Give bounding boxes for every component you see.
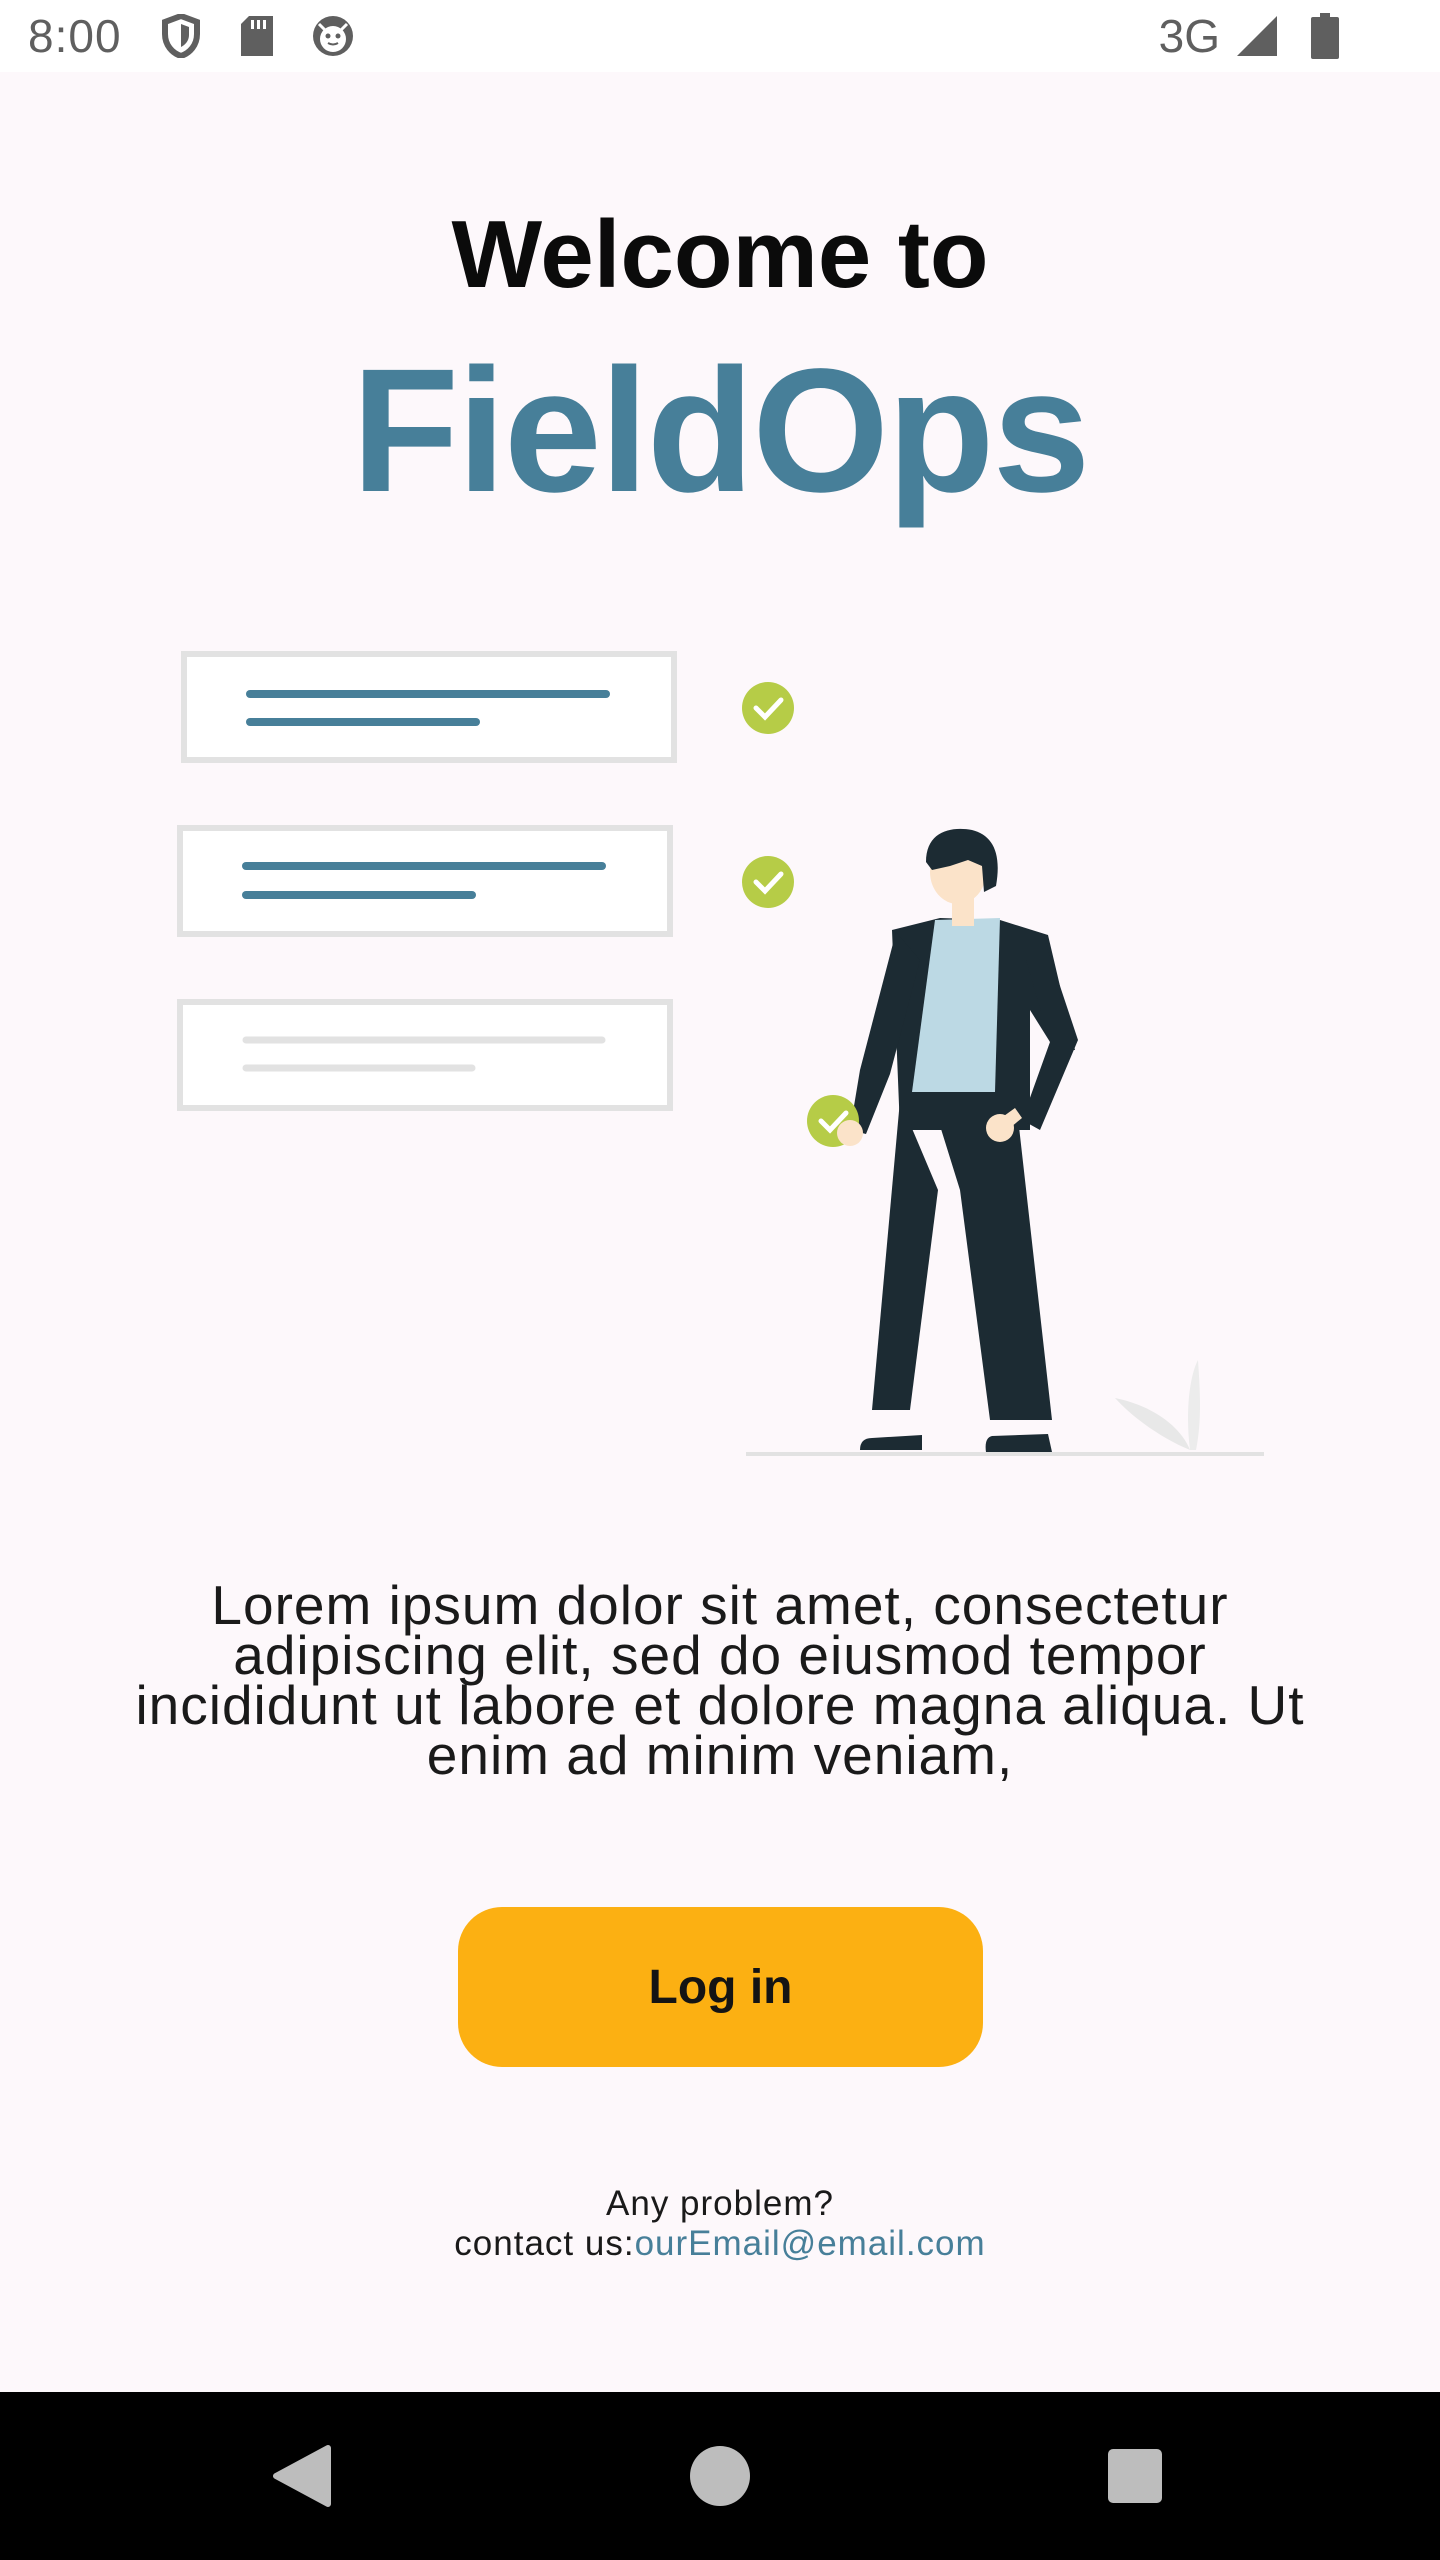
check-circle-icon: [742, 682, 794, 734]
notification-face-icon: [310, 13, 356, 59]
problem-text: Any problem?: [606, 2184, 834, 2223]
recents-icon[interactable]: [1108, 2449, 1162, 2503]
contact-prefix: contact us:: [454, 2224, 635, 2263]
login-button[interactable]: Log in: [458, 1907, 983, 2067]
battery-icon: [1302, 13, 1348, 59]
check-circle-icon: [742, 856, 794, 908]
status-time: 8:00: [28, 10, 122, 62]
shield-icon: [158, 13, 204, 59]
welcome-heading: Welcome to: [451, 201, 989, 308]
intro-paragraph: Lorem ipsum dolor sit amet, consectetur …: [135, 1574, 1305, 1786]
checklist-card-icon: [181, 651, 677, 763]
checklist-card-icon: [177, 999, 673, 1111]
contact-line: contact us:ourEmail@email.com: [0, 2224, 1440, 2264]
sd-card-icon: [234, 13, 280, 59]
screen: 8:00 3G Welcome to FieldOps Lorem ipsum …: [0, 0, 1440, 2560]
hero-illustration: [160, 630, 1300, 1470]
signal-icon: [1234, 13, 1280, 59]
checklist-card-icon: [177, 825, 673, 937]
home-icon[interactable]: [690, 2446, 750, 2506]
back-icon[interactable]: [272, 2444, 332, 2508]
network-type: 3G: [1158, 10, 1220, 62]
navigation-bar: [0, 2392, 1440, 2560]
person-figure: [807, 828, 1078, 1452]
status-bar: 8:00 3G: [0, 0, 1440, 72]
status-right: 3G: [1159, 9, 1348, 63]
plant-icon: [1115, 1360, 1200, 1450]
contact-block: Any problem? contact us:ourEmail@email.c…: [0, 2184, 1440, 2264]
contact-email-link[interactable]: ourEmail@email.com: [635, 2224, 986, 2263]
brand-title: FieldOps: [351, 333, 1091, 529]
